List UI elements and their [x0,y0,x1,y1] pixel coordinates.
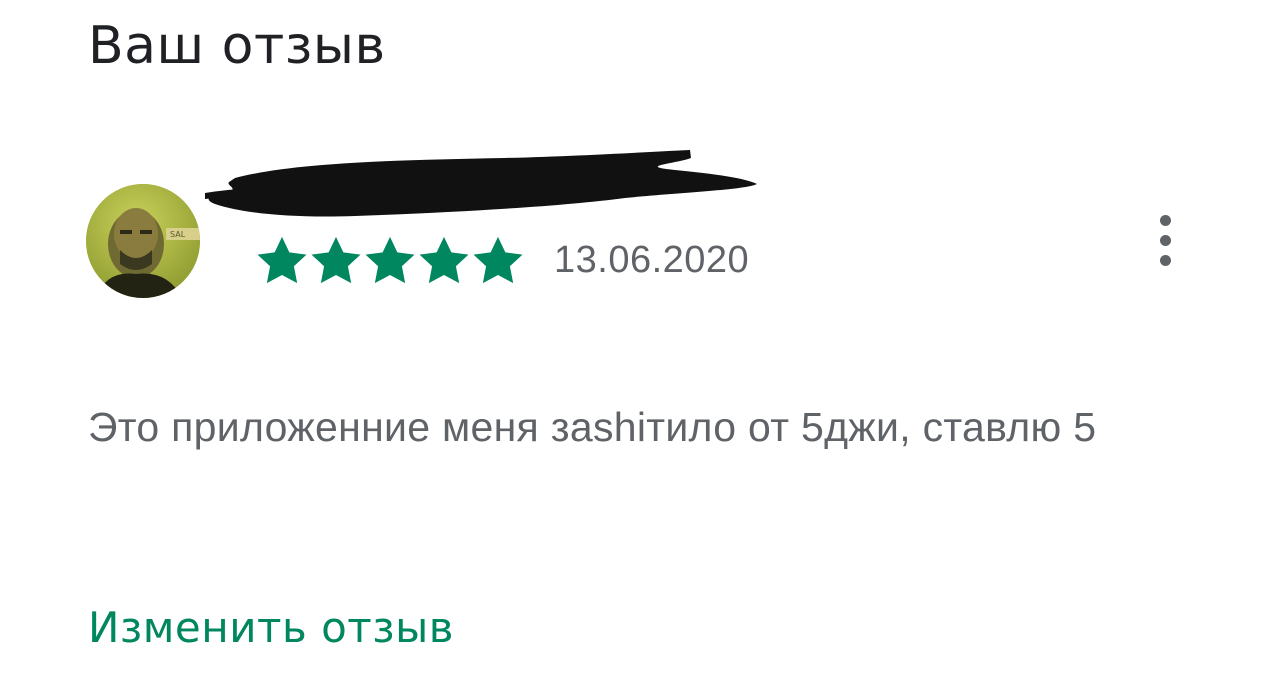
star-icon [256,235,308,285]
star-icon [472,235,524,285]
more-vert-icon [1159,214,1171,226]
rating-row: 13.06.2020 [256,230,749,290]
review-date: 13.06.2020 [554,239,750,281]
section-title: Ваш отзыв [88,16,386,76]
redaction-scribble [202,150,757,217]
review-text: Это приложенние меня заshiтило от 5джи, … [88,404,1097,450]
avatar: SAL [86,184,200,298]
edit-review-button[interactable]: Изменить отзыв [88,598,454,658]
more-vert-icon-dot [1159,254,1171,266]
star-rating [256,235,524,285]
star-icon [364,235,416,285]
star-icon [310,235,362,285]
avatar-photo: SAL [86,184,200,298]
svg-text:SAL: SAL [170,230,186,239]
star-icon [418,235,470,285]
more-vert-icon-dot [1159,234,1171,246]
more-options-button[interactable] [1148,210,1182,270]
author-name-redacted [202,140,765,230]
